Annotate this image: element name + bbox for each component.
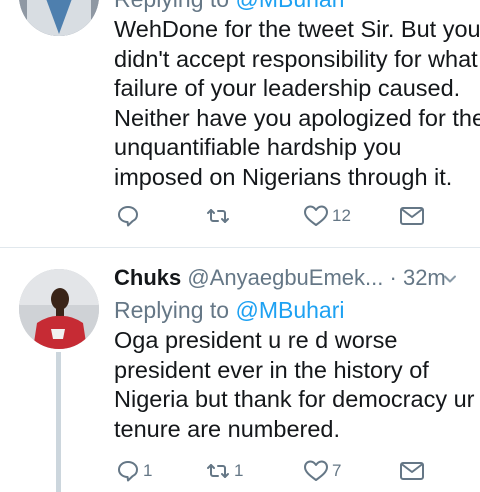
tweet[interactable]: Replying to @MBuhari WehDone for the twe… bbox=[0, 0, 480, 247]
retweet-icon bbox=[207, 464, 229, 478]
like-icon bbox=[304, 205, 328, 226]
tweet-text-line: imposed on Nigerians through it. bbox=[114, 163, 453, 190]
retweet-button[interactable] bbox=[205, 201, 234, 231]
replying-to-label: Replying to bbox=[114, 0, 235, 12]
direct-message-icon bbox=[400, 207, 424, 225]
like-count: 12 bbox=[332, 206, 351, 225]
tweet-text-line: Oga president u re d worse bbox=[114, 327, 398, 353]
tweet-text-line: WehDone for the tweet Sir. But you bbox=[114, 16, 480, 42]
reply-icon bbox=[118, 206, 138, 227]
replying-to: Replying to @MBuhari bbox=[114, 297, 344, 323]
tweet-text-line: failure of your leadership caused. bbox=[114, 75, 461, 101]
avatar[interactable] bbox=[19, 0, 99, 36]
replying-to-handle[interactable]: @MBuhari bbox=[235, 0, 344, 12]
avatar[interactable] bbox=[19, 269, 99, 349]
retweet-count: 1 bbox=[234, 461, 244, 480]
replying-to: Replying to @MBuhari bbox=[114, 0, 344, 12]
reply-icon bbox=[118, 461, 138, 482]
tweet-text: WehDone for the tweet Sir. But you didn'… bbox=[114, 15, 480, 192]
tweet-text-line: president ever in the history of bbox=[114, 356, 429, 383]
tweet-actions: 1 1 7 bbox=[0, 456, 480, 486]
tweet-text-line: unquantifiable hardship you bbox=[114, 134, 402, 160]
tweet-text-line: Nigeria but thank for democracy ur bbox=[114, 386, 475, 412]
tweet-text-line: didn't accept responsibility for what bbox=[114, 45, 478, 72]
tweet-actions: 12 bbox=[0, 201, 480, 231]
tweet[interactable]: Chuks @AnyaegbuEmek... · 32m Replying to… bbox=[0, 248, 480, 492]
tweet-text-line: Neither have you apologized for the bbox=[114, 104, 480, 131]
separator: · bbox=[389, 265, 397, 290]
reply-button[interactable] bbox=[116, 201, 143, 231]
timestamp[interactable]: 32m bbox=[403, 265, 446, 290]
retweet-button[interactable]: 1 bbox=[205, 456, 243, 486]
direct-message-button[interactable] bbox=[399, 201, 425, 231]
tweet-header: Chuks @AnyaegbuEmek... · 32m bbox=[114, 265, 446, 291]
replying-to-label: Replying to bbox=[114, 297, 236, 323]
like-button[interactable]: 7 bbox=[303, 456, 341, 486]
like-icon bbox=[304, 460, 328, 481]
like-count: 7 bbox=[332, 461, 342, 480]
direct-message-icon bbox=[400, 462, 424, 480]
replying-to-handle[interactable]: @MBuhari bbox=[235, 297, 344, 323]
display-name[interactable]: Chuks bbox=[114, 265, 181, 290]
tweet-text-line: tenure are numbered. bbox=[114, 415, 341, 442]
chevron-down-icon[interactable] bbox=[443, 272, 457, 286]
like-button[interactable]: 12 bbox=[303, 201, 351, 231]
reply-button[interactable]: 1 bbox=[116, 456, 152, 486]
tweet-text: Oga president u re d worse president eve… bbox=[114, 326, 475, 444]
reply-count: 1 bbox=[143, 461, 153, 480]
screen-name[interactable]: @AnyaegbuEmek... bbox=[187, 265, 383, 290]
retweet-icon bbox=[207, 209, 229, 223]
direct-message-button[interactable] bbox=[399, 456, 425, 486]
